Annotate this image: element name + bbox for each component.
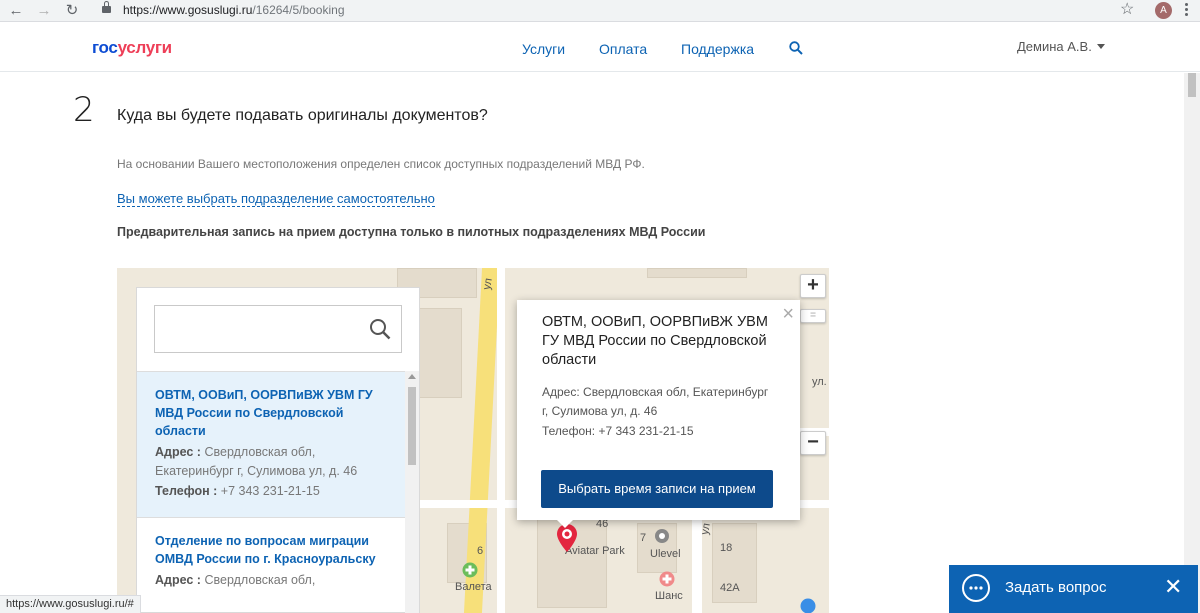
results-panel: ОВТМ, ООВиП, ООРВПиВЖ УВМ ГУ МВД России …: [136, 287, 420, 613]
step-title: Куда вы будете подавать оригиналы докуме…: [117, 107, 488, 124]
bookmark-star-icon[interactable]: ☆: [1120, 0, 1134, 20]
result-name: ОВТМ, ООВиП, ООРВПиВЖ УВМ ГУ МВД России …: [155, 388, 373, 438]
map-house-number: 18: [720, 542, 733, 554]
division-search-input[interactable]: [154, 305, 402, 353]
page-scrollbar[interactable]: [1184, 73, 1200, 613]
search-icon[interactable]: [369, 318, 391, 340]
step-number: 2: [73, 90, 95, 130]
map-house-number: 7: [640, 532, 647, 544]
map[interactable]: ул ул. ул 46 7 18 6 42А Aviatar Park Ule…: [117, 268, 829, 613]
ask-question-widget[interactable]: Задать вопрос ✕: [949, 565, 1198, 613]
zoom-slider-handle[interactable]: =: [800, 309, 826, 323]
map-building: [647, 268, 747, 278]
zoom-out-button[interactable]: −: [800, 431, 826, 455]
nav-support[interactable]: Поддержка: [681, 41, 754, 57]
nav-services[interactable]: Услуги: [522, 41, 565, 57]
nav-payment[interactable]: Оплата: [599, 41, 647, 57]
location-info-text: На основании Вашего местоположения опред…: [117, 157, 645, 171]
poi-icon[interactable]: [800, 598, 816, 613]
close-icon[interactable]: ✕: [1164, 575, 1182, 599]
location-marker-icon[interactable]: [557, 524, 577, 552]
popup-address: Адрес: Свердловская обл, Екатеринбург г,…: [542, 385, 769, 418]
map-street-label: ул: [480, 277, 495, 291]
gosuslugi-logo[interactable]: госуслуги: [92, 38, 172, 58]
map-poi-label: Шанс: [655, 590, 683, 602]
result-address: Адрес : Свердловская обл, Екатеринбург г…: [155, 445, 358, 478]
ask-question-label: Задать вопрос: [1005, 579, 1107, 596]
zoom-in-button[interactable]: +: [800, 274, 826, 298]
book-time-button[interactable]: Выбрать время записи на прием: [541, 470, 773, 508]
map-street-label: ул.: [812, 376, 827, 388]
popup-phone: Телефон: +7 343 231-21-15: [542, 424, 694, 438]
result-item[interactable]: Отделение по вопросам миграции ОМВД Росс…: [137, 518, 405, 613]
result-phone: Телефон : +7 343 231-21-15: [155, 484, 320, 498]
close-icon[interactable]: ×: [782, 304, 794, 324]
back-arrow-icon[interactable]: ←: [6, 1, 26, 21]
popup-title: ОВТМ, ООВиП, ООРВПиВЖ УВМ ГУ МВД России …: [542, 314, 768, 368]
pharmacy-icon[interactable]: [462, 562, 478, 578]
url-path: /16264/5/booking: [252, 3, 345, 17]
site-header: госуслуги Услуги Оплата Поддержка Демина…: [0, 23, 1200, 72]
support-chat-icon: [962, 574, 990, 602]
user-menu[interactable]: Демина А.В.: [1017, 39, 1105, 54]
results-scrollbar[interactable]: [405, 371, 419, 613]
result-address: Адрес : Свердловская обл,: [155, 573, 316, 587]
division-popup: × ОВТМ, ООВиП, ООРВПиВЖ УВМ ГУ МВД Росси…: [517, 300, 800, 528]
search-icon[interactable]: [789, 41, 803, 55]
result-name: Отделение по вопросам миграции ОМВД Росс…: [155, 534, 376, 566]
map-house-number: 6: [477, 545, 484, 557]
pilot-note: Предварительная запись на прием доступна…: [117, 225, 706, 239]
forward-arrow-icon[interactable]: →: [34, 1, 54, 21]
reload-icon[interactable]: ↻: [62, 1, 82, 21]
browser-menu-icon[interactable]: [1184, 2, 1190, 18]
poi-icon[interactable]: [654, 528, 670, 544]
address-bar[interactable]: https://www.gosuslugi.ru/16264/5/booking: [94, 0, 1144, 21]
map-poi-label: Валета: [455, 581, 492, 593]
choose-division-link[interactable]: Вы можете выбрать подразделение самостоя…: [117, 191, 435, 207]
caret-down-icon: [1096, 44, 1105, 49]
map-house-number: 42А: [720, 582, 740, 594]
profile-avatar[interactable]: A: [1155, 2, 1172, 19]
result-item[interactable]: ОВТМ, ООВиП, ООРВПиВЖ УВМ ГУ МВД России …: [137, 372, 405, 517]
map-building: [417, 308, 462, 398]
map-street-label: ул: [698, 522, 713, 536]
map-poi-label: Ulevel: [650, 548, 681, 560]
browser-toolbar: ← → ↻ https://www.gosuslugi.ru/16264/5/b…: [0, 0, 1200, 22]
url-host: https://www.gosuslugi.ru: [123, 3, 253, 17]
medical-icon[interactable]: [659, 571, 675, 587]
lock-icon: [102, 1, 111, 13]
map-road: [497, 268, 505, 613]
browser-status-bar: https://www.gosuslugi.ru/#: [0, 595, 141, 613]
